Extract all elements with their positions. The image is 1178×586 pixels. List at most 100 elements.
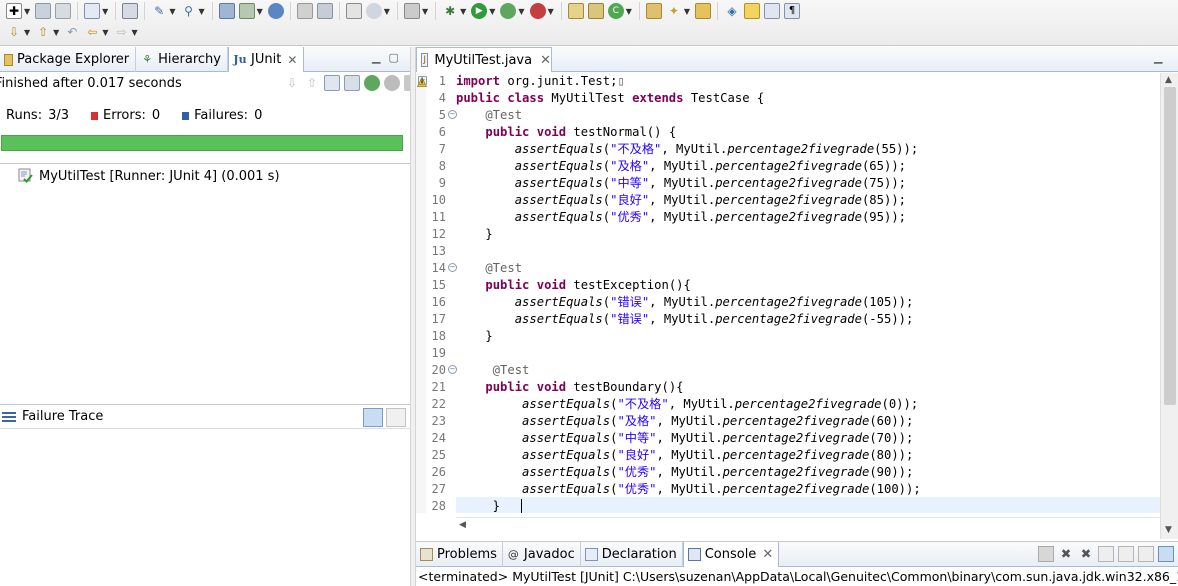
maximize-icon[interactable]: ▢ <box>388 51 398 64</box>
search-icon[interactable]: ⚲ <box>180 3 196 19</box>
back-dropdown-icon[interactable]: ▼ <box>102 28 108 37</box>
forward-dropdown-icon[interactable]: ▼ <box>131 28 137 37</box>
scroll-down-icon[interactable]: ▼ <box>1165 525 1172 535</box>
tab-myutiltest-java[interactable]: J MyUtilTest.java ✕ <box>416 47 552 72</box>
new-package-icon[interactable] <box>587 3 604 19</box>
test-tree-item[interactable]: MyUtilTest [Runner: JUnit 4] (0.001 s) <box>18 167 280 185</box>
code-token: ▯ <box>617 74 625 88</box>
display-console-icon[interactable] <box>1158 546 1174 562</box>
toolbar-group-7: ▼ <box>340 2 398 20</box>
new-class-dropdown-icon[interactable]: ▼ <box>626 7 632 16</box>
print-icon[interactable] <box>55 3 72 19</box>
new-java-project-icon[interactable] <box>567 3 584 19</box>
debug-dropdown-icon[interactable]: ▼ <box>460 7 466 16</box>
scroll-left-icon[interactable]: ◀ <box>459 520 466 530</box>
wizard-icon[interactable]: ✎ <box>151 3 167 19</box>
run-server-dropdown-icon[interactable]: ▼ <box>257 7 263 16</box>
scrollbar-thumb[interactable] <box>1164 87 1176 405</box>
rerun-failed-first-icon[interactable] <box>384 75 400 91</box>
tab-console[interactable]: Console ✕ <box>682 542 780 567</box>
new-icon[interactable]: ✚ <box>6 3 22 19</box>
new-class-icon[interactable]: C <box>607 3 624 19</box>
tab-javadoc[interactable]: @ Javadoc <box>503 542 581 567</box>
code-token: (70)); <box>869 431 914 445</box>
close-icon[interactable]: ✕ <box>287 53 297 67</box>
code-token: (100)); <box>869 482 921 496</box>
external-tools-icon[interactable] <box>529 3 546 19</box>
camera-dropdown-icon[interactable]: ▼ <box>422 7 428 16</box>
wizard-dropdown-icon[interactable]: ▼ <box>169 7 175 16</box>
previous-failure-icon[interactable]: ⇧ <box>304 75 320 91</box>
next-annotation-icon[interactable]: ⇩ <box>6 24 22 40</box>
save-icon[interactable] <box>35 3 52 19</box>
camera-icon[interactable] <box>403 3 420 19</box>
left-view-controls: ▁ ▢ <box>372 51 399 64</box>
last-edit-icon[interactable]: ↶ <box>64 24 80 40</box>
minimize-icon[interactable]: ▁ <box>1154 51 1162 64</box>
compare-result-icon[interactable] <box>386 408 406 427</box>
debug-icon[interactable]: ✱ <box>442 3 458 19</box>
remove-all-terminated-icon[interactable]: ✖ <box>1078 546 1094 562</box>
close-icon[interactable]: ✕ <box>762 547 773 562</box>
line-number: 19 <box>431 346 446 360</box>
tab-hierarchy[interactable]: ⚘ Hierarchy <box>136 47 228 72</box>
test-suite-passed-icon <box>18 168 34 184</box>
previous-annotation-icon[interactable]: ⇧ <box>35 24 51 40</box>
tab-problems[interactable]: Problems <box>416 542 503 567</box>
open-folder-icon[interactable] <box>695 3 712 19</box>
clear-console-icon[interactable] <box>1098 546 1114 562</box>
web-dropdown-icon[interactable]: ▼ <box>384 7 390 16</box>
scroll-lock-icon[interactable] <box>1118 546 1134 562</box>
scroll-lock-icon[interactable] <box>344 75 360 91</box>
code-token: percentage2fivegrade <box>722 431 870 445</box>
external-tools-dropdown-icon[interactable]: ▼ <box>548 7 554 16</box>
run-tests-icon[interactable] <box>500 3 517 19</box>
run-icon[interactable]: ▶ <box>471 3 488 19</box>
run-server-icon[interactable] <box>238 3 255 19</box>
open-type-icon[interactable] <box>645 3 662 19</box>
filter-stack-trace-icon[interactable] <box>363 408 383 427</box>
terminate-icon[interactable] <box>1038 546 1054 562</box>
annotation-icon[interactable]: ◈ <box>724 3 740 19</box>
search-tool-icon[interactable]: ✦ <box>666 3 682 19</box>
tab-junit[interactable]: Ju JUnit ✕ <box>228 47 305 72</box>
next-annotation-dropdown-icon[interactable]: ▼ <box>24 28 30 37</box>
pin-console-icon[interactable] <box>1138 546 1154 562</box>
scroll-up-icon[interactable]: ▲ <box>1165 75 1172 85</box>
tab-package-explorer[interactable]: Package Explorer <box>0 47 137 72</box>
history-icon[interactable] <box>324 75 340 91</box>
editor-vertical-scrollbar[interactable]: ▲ ▼ <box>1160 73 1178 539</box>
minimize-icon[interactable]: ▁ <box>372 51 380 64</box>
remove-launch-icon[interactable]: ✖ <box>1058 546 1074 562</box>
globe-icon[interactable] <box>267 3 284 19</box>
block-selection-icon[interactable] <box>764 3 781 19</box>
show-whitespace-icon[interactable]: ¶ <box>784 3 801 19</box>
highlight-icon[interactable] <box>744 3 761 19</box>
run-dropdown-icon[interactable]: ▼ <box>489 7 495 16</box>
rerun-test-icon[interactable] <box>364 75 380 91</box>
ssh-icon[interactable] <box>296 3 313 19</box>
deploy-icon[interactable] <box>218 3 235 19</box>
next-failure-icon[interactable]: ⇩ <box>284 75 300 91</box>
search-dropdown-icon[interactable]: ▼ <box>198 7 204 16</box>
code-area[interactable]: import org.junit.Test;▯ public class MyUt… <box>456 73 1160 513</box>
server-icon[interactable] <box>122 3 139 19</box>
report-icon[interactable] <box>345 3 362 19</box>
expand-icon[interactable]: + <box>418 76 427 85</box>
previous-annotation-dropdown-icon[interactable]: ▼ <box>53 28 59 37</box>
tab-declaration[interactable]: Declaration <box>581 542 683 567</box>
close-icon[interactable]: ✕ <box>540 53 551 68</box>
editor-horizontal-scrollbar[interactable]: ◀ <box>456 517 1160 533</box>
code-token: percentage2fivegrade <box>727 142 875 156</box>
web-icon[interactable] <box>365 3 382 19</box>
new-dropdown-icon[interactable]: ▼ <box>24 7 30 16</box>
back-icon[interactable]: ⇦ <box>84 24 100 40</box>
perspective-dropdown-icon[interactable]: ▼ <box>102 7 108 16</box>
code-token: "错误" <box>610 312 650 326</box>
code-line: assertEquals("优秀", MyUtil.percentage2fiv… <box>456 209 906 226</box>
run-tests-dropdown-icon[interactable]: ▼ <box>518 7 524 16</box>
search-tool-dropdown-icon[interactable]: ▼ <box>684 7 690 16</box>
database-icon[interactable] <box>316 3 333 19</box>
forward-icon[interactable]: ⇨ <box>113 24 129 40</box>
open-perspective-icon[interactable] <box>84 3 101 19</box>
